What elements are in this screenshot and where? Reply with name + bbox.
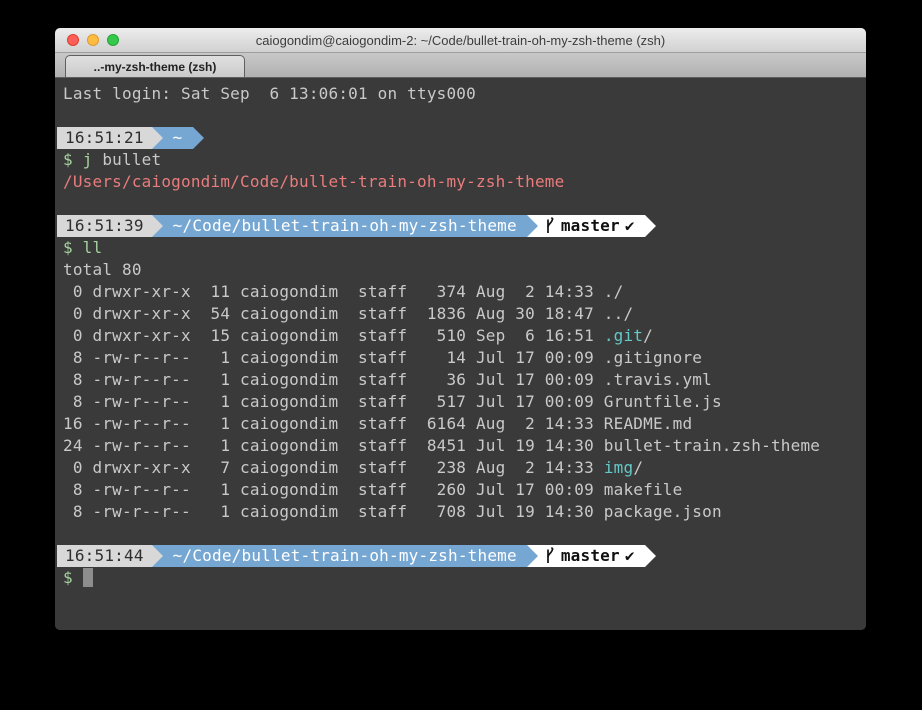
command-line-2: $ ll	[63, 237, 866, 259]
command-text: j	[73, 150, 93, 169]
ls-row: 8 -rw-r--r-- 1 caiogondim staff 36 Jul 1…	[63, 369, 866, 391]
powerline-arrow-icon	[645, 545, 656, 567]
tab-active[interactable]: ..-my-zsh-theme (zsh)	[65, 55, 245, 77]
directory-name: img	[604, 458, 634, 477]
output-path-line: /Users/caiogondim/Code/bullet-train-oh-m…	[63, 171, 866, 193]
desktop-background: caiogondim@caiogondim-2: ~/Code/bullet-t…	[0, 0, 922, 710]
prompt-dir-segment: ~/Code/bullet-train-oh-my-zsh-theme	[163, 215, 527, 237]
powerline-arrow-icon	[152, 127, 163, 149]
powerline-arrow-icon	[152, 215, 163, 237]
minimize-button[interactable]	[87, 34, 99, 46]
prompt-line-1: 16:51:21 ~	[57, 127, 866, 149]
ls-row: 24 -rw-r--r-- 1 caiogondim staff 8451 Ju…	[63, 435, 866, 457]
powerline-arrow-icon	[645, 215, 656, 237]
git-branch-icon	[544, 217, 556, 235]
ls-row: 16 -rw-r--r-- 1 caiogondim staff 6164 Au…	[63, 413, 866, 435]
blank-line	[63, 523, 866, 545]
git-clean-check-icon: ✔	[625, 545, 635, 567]
prompt-line-3: 16:51:44 ~/Code/bullet-train-oh-my-zsh-t…	[57, 545, 866, 567]
prompt-time-segment: 16:51:21	[57, 127, 152, 149]
git-branch-name: master	[561, 545, 620, 567]
command-args: bullet	[93, 150, 162, 169]
git-branch-name: master	[561, 215, 620, 237]
command-line-current[interactable]: $	[63, 567, 866, 589]
ls-row: 8 -rw-r--r-- 1 caiogondim staff 260 Jul …	[63, 479, 866, 501]
title-bar[interactable]: caiogondim@caiogondim-2: ~/Code/bullet-t…	[55, 28, 866, 53]
ls-row: 8 -rw-r--r-- 1 caiogondim staff 14 Jul 1…	[63, 347, 866, 369]
ls-row: 0 drwxr-xr-x 54 caiogondim staff 1836 Au…	[63, 303, 866, 325]
ls-total-line: total 80	[63, 259, 866, 281]
zoom-button[interactable]	[107, 34, 119, 46]
prompt-git-segment: master ✔	[538, 545, 645, 567]
directory-name: .git	[604, 326, 643, 345]
git-clean-check-icon: ✔	[625, 215, 635, 237]
text-cursor	[83, 568, 93, 587]
prompt-char: $	[63, 238, 73, 257]
git-branch-icon	[544, 547, 556, 565]
prompt-time-segment: 16:51:44	[57, 545, 152, 567]
prompt-git-segment: master ✔	[538, 215, 645, 237]
blank-line	[63, 193, 866, 215]
prompt-char: $	[63, 568, 73, 587]
powerline-arrow-icon	[193, 127, 204, 149]
terminal-window: caiogondim@caiogondim-2: ~/Code/bullet-t…	[55, 28, 866, 630]
ls-row: 0 drwxr-xr-x 15 caiogondim staff 510 Sep…	[63, 325, 866, 347]
tab-bar: ..-my-zsh-theme (zsh)	[55, 53, 866, 78]
prompt-time-segment: 16:51:39	[57, 215, 152, 237]
ls-row: 0 drwxr-xr-x 7 caiogondim staff 238 Aug …	[63, 457, 866, 479]
blank-line	[63, 105, 866, 127]
command-line-1: $ j bullet	[63, 149, 866, 171]
powerline-arrow-icon	[527, 215, 538, 237]
prompt-line-2: 16:51:39 ~/Code/bullet-train-oh-my-zsh-t…	[57, 215, 866, 237]
prompt-dir-segment: ~	[163, 127, 193, 149]
tab-label: ..-my-zsh-theme (zsh)	[94, 60, 217, 74]
powerline-arrow-icon	[527, 545, 538, 567]
traffic-lights	[67, 28, 119, 52]
powerline-arrow-icon	[152, 545, 163, 567]
prompt-char: $	[63, 150, 73, 169]
window-title: caiogondim@caiogondim-2: ~/Code/bullet-t…	[256, 33, 666, 48]
last-login-line: Last login: Sat Sep 6 13:06:01 on ttys00…	[63, 83, 866, 105]
ls-row: 0 drwxr-xr-x 11 caiogondim staff 374 Aug…	[63, 281, 866, 303]
prompt-dir-segment: ~/Code/bullet-train-oh-my-zsh-theme	[163, 545, 527, 567]
close-button[interactable]	[67, 34, 79, 46]
ls-row: 8 -rw-r--r-- 1 caiogondim staff 708 Jul …	[63, 501, 866, 523]
command-text: ll	[73, 238, 103, 257]
terminal-screen[interactable]: Last login: Sat Sep 6 13:06:01 on ttys00…	[55, 78, 866, 630]
ls-row: 8 -rw-r--r-- 1 caiogondim staff 517 Jul …	[63, 391, 866, 413]
